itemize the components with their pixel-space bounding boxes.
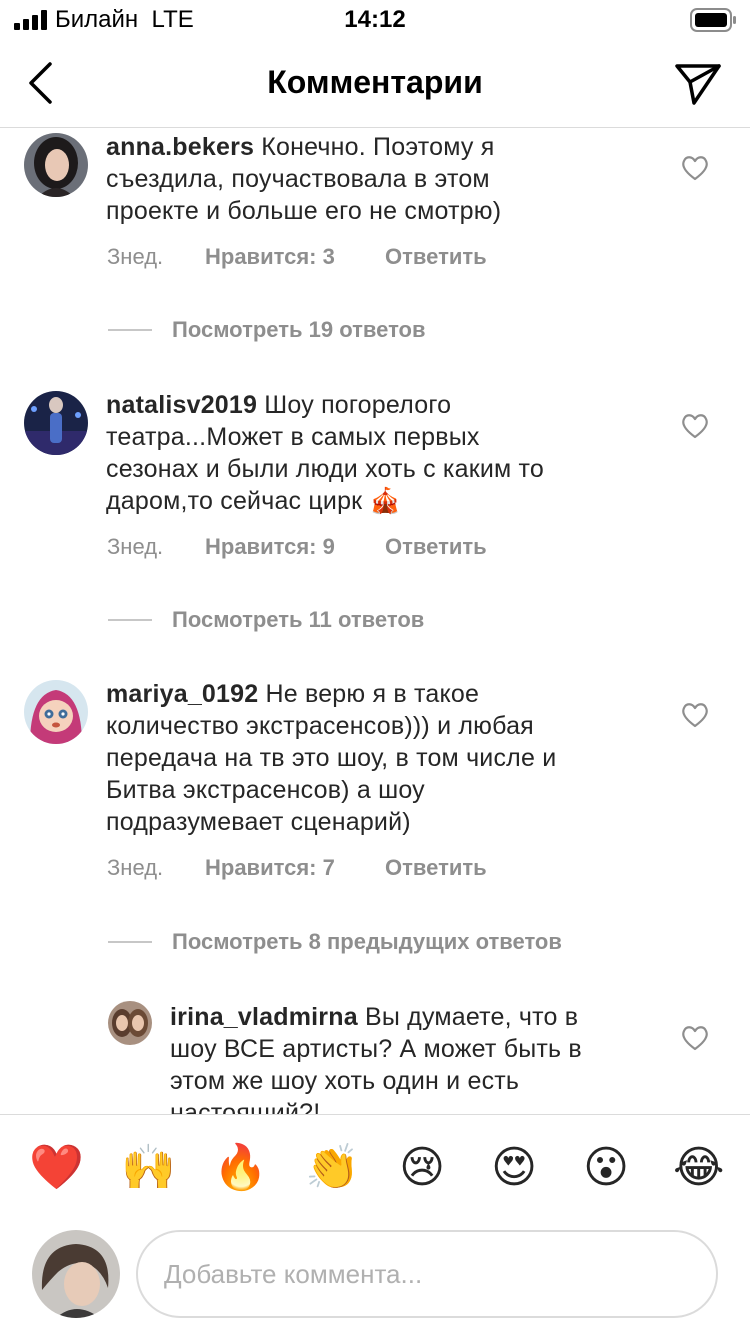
- comment-time: Знед.: [107, 855, 164, 880]
- comment-time: Знед.: [107, 534, 164, 559]
- raising-hands-emoji-button[interactable]: 🙌: [121, 1143, 176, 1193]
- reply-button[interactable]: Ответить: [385, 534, 487, 560]
- divider-line: [108, 329, 152, 331]
- comment-meta: Знед. Нравится: 3 Ответить: [107, 244, 487, 270]
- back-button[interactable]: [16, 56, 66, 110]
- red-heart-emoji-button[interactable]: ❤️: [29, 1143, 84, 1193]
- view-replies-button[interactable]: Посмотреть 19 ответов: [108, 317, 426, 343]
- status-time: 14:12: [344, 6, 406, 33]
- comment-input[interactable]: [136, 1230, 718, 1318]
- reply-button[interactable]: Ответить: [385, 855, 487, 881]
- view-replies-button[interactable]: Посмотреть 8 предыдущих ответов: [108, 929, 562, 955]
- avatar[interactable]: [24, 391, 88, 455]
- share-button[interactable]: [670, 58, 726, 110]
- header: Комментарии: [0, 40, 750, 128]
- comment-username[interactable]: anna.bekers: [106, 133, 254, 161]
- comment-likes[interactable]: Нравится: 3: [205, 244, 385, 270]
- paper-plane-icon: [675, 64, 721, 105]
- current-user-avatar: [32, 1230, 120, 1318]
- battery-icon: [690, 8, 736, 32]
- divider-line: [108, 619, 152, 621]
- heart-icon[interactable]: [680, 700, 710, 730]
- comment-text: mariya_0192 Не верю я в такое количество…: [106, 680, 557, 836]
- avatar[interactable]: [24, 133, 88, 197]
- avatar[interactable]: [24, 680, 88, 744]
- heart-icon[interactable]: [680, 153, 710, 183]
- clapping-hands-emoji-button[interactable]: 👏: [305, 1143, 360, 1193]
- comments-list[interactable]: anna.bekers Конечно. Поэтому я съездила,…: [0, 129, 750, 1114]
- comment-username[interactable]: mariya_0192: [106, 680, 258, 708]
- page-title: Комментарии: [267, 64, 483, 100]
- tears-of-joy-emoji-button[interactable]: 😂: [673, 1143, 724, 1193]
- heart-eyes-emoji-button[interactable]: 😍: [489, 1143, 539, 1193]
- divider-line: [108, 941, 152, 943]
- comment-meta: Знед. Нравится: 9 Ответить: [107, 534, 487, 560]
- status-bar: Билайн LTE 14:12: [0, 0, 750, 40]
- comment-text: irina_vladmirna Вы думаете, что в шоу ВС…: [170, 1003, 582, 1114]
- comment-input-bar: [0, 1220, 750, 1334]
- reply-button[interactable]: Ответить: [385, 244, 487, 270]
- chevron-left-icon: [29, 62, 52, 104]
- heart-icon[interactable]: [680, 411, 710, 441]
- comment-username[interactable]: natalisv2019: [106, 391, 257, 419]
- comment-time: Знед.: [107, 244, 164, 269]
- comment-text: natalisv2019 Шоу погорелого театра...Мож…: [106, 391, 545, 515]
- surprised-face-emoji-button[interactable]: 😮: [581, 1143, 631, 1193]
- comment-likes[interactable]: Нравится: 7: [205, 855, 385, 881]
- comment-text: anna.bekers Конечно. Поэтому я съездила,…: [106, 133, 502, 225]
- heart-icon[interactable]: [680, 1023, 710, 1053]
- comment-likes[interactable]: Нравится: 9: [205, 534, 385, 560]
- fire-emoji-button[interactable]: 🔥: [213, 1143, 268, 1193]
- crying-face-emoji-button[interactable]: 😢: [397, 1143, 447, 1193]
- avatar[interactable]: [108, 1001, 152, 1045]
- comment-username[interactable]: irina_vladmirna: [170, 1003, 358, 1031]
- emoji-quick-bar: ❤️ 🙌 🔥 👏 😢 😍 😮 😂: [0, 1114, 750, 1220]
- comment-meta: Знед. Нравится: 7 Ответить: [107, 855, 487, 881]
- view-replies-button[interactable]: Посмотреть 11 ответов: [108, 607, 424, 633]
